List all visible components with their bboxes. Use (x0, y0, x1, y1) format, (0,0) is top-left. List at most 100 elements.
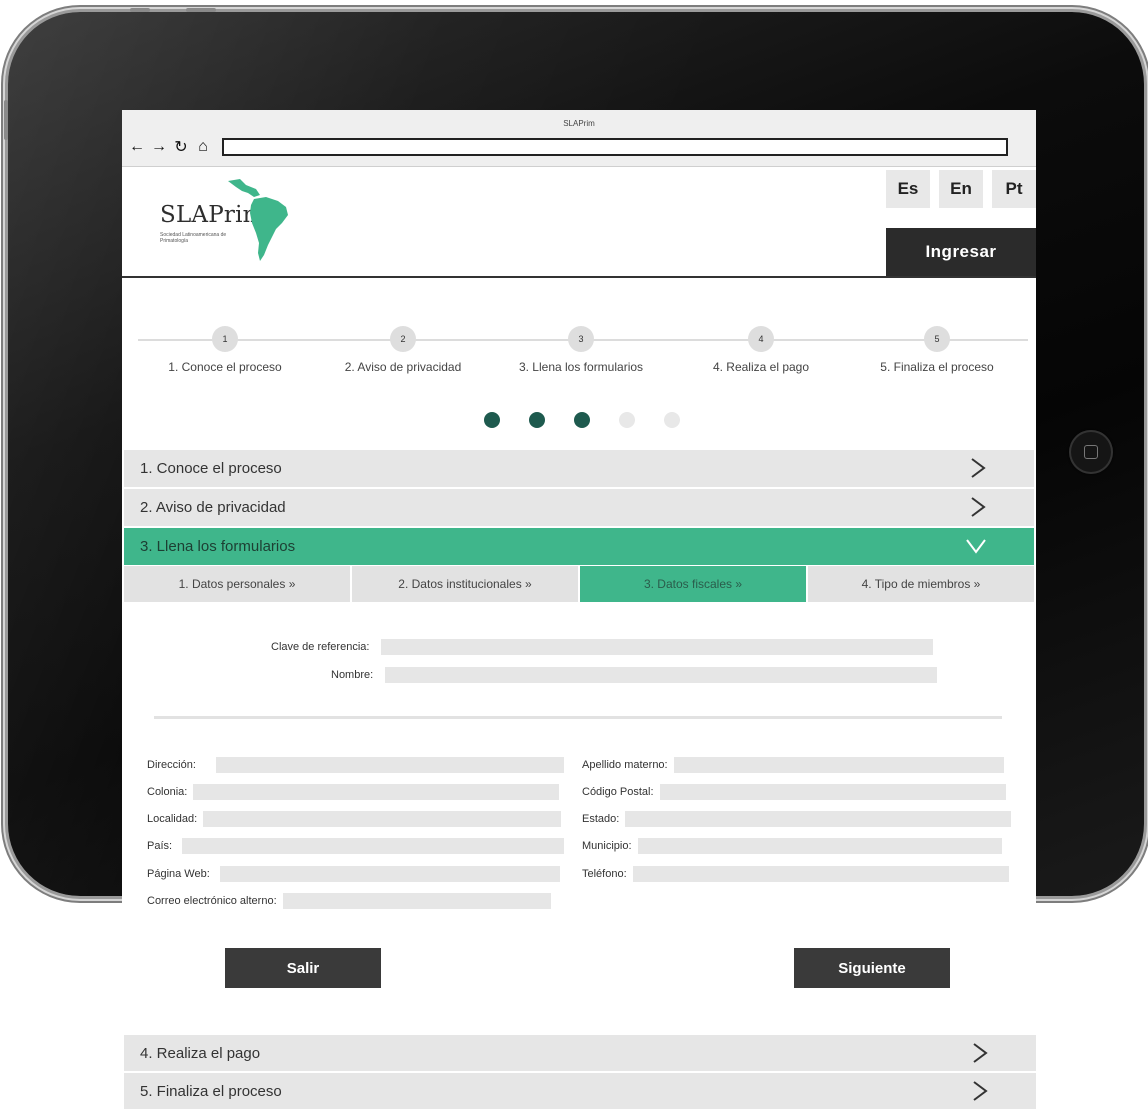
phone-label: Teléfono: (582, 868, 627, 880)
website-row: Página Web: (147, 866, 560, 882)
alt-email-label: Correo electrónico alterno: (147, 895, 277, 907)
colony-input[interactable] (193, 784, 560, 800)
form-divider (154, 716, 1002, 719)
step-number: 3 (568, 326, 594, 352)
step-label: 1. Conoce el proceso (168, 360, 282, 374)
colony-row: Colonia: (147, 784, 560, 800)
site-header: SLAPrim Sociedad Latinoamericana de Prim… (122, 167, 1036, 278)
subtab-datos-institucionales[interactable]: 2. Datos institucionales » (352, 566, 578, 602)
postal-code-label: Código Postal: (582, 786, 654, 798)
step-label: 5. Finaliza el proceso (880, 360, 994, 374)
form-subtabs: 1. Datos personales » 2. Datos instituci… (124, 566, 1034, 602)
progress-dot (529, 412, 545, 428)
forward-arrow-icon[interactable]: → (150, 138, 168, 156)
window-title: SLAPrim (563, 119, 595, 128)
subtab-datos-fiscales[interactable]: 3. Datos fiscales » (580, 566, 806, 602)
mother-surname-row: Apellido materno: (582, 757, 1004, 773)
municipality-input[interactable] (637, 838, 1002, 854)
reference-key-input[interactable] (381, 639, 934, 655)
address-bar[interactable] (222, 138, 1008, 156)
phone-row: Teléfono: (582, 866, 1009, 882)
accordion-label: 1. Conoce el proceso (140, 460, 282, 477)
locality-input[interactable] (203, 811, 562, 827)
top-hardware-button (186, 8, 216, 12)
chevron-right-icon (971, 497, 986, 517)
next-button[interactable]: Siguiente (794, 948, 950, 988)
home-square-icon (1084, 445, 1098, 459)
accordion-item-llena-los-formularios[interactable]: 3. Llena los formularios (124, 528, 1034, 565)
website-input[interactable] (219, 866, 560, 882)
language-en-button[interactable]: En (939, 170, 983, 208)
step-label: 4. Realiza el pago (712, 360, 810, 374)
step-label: 3. Llena los formularios (518, 360, 644, 374)
step-3[interactable]: 3 3. Llena los formularios (496, 320, 666, 374)
slaprim-logo[interactable]: SLAPrim Sociedad Latinoamericana de Prim… (158, 175, 318, 265)
browser-screen: SLAPrim ← → ↻ ⌂ SLAPrim Sociedad Latinoa… (122, 110, 1036, 1034)
state-label: Estado: (582, 813, 620, 825)
alt-email-row: Correo electrónico alterno: (147, 893, 551, 909)
locality-row: Localidad: (147, 811, 562, 827)
language-pt-button[interactable]: Pt (992, 170, 1036, 208)
municipality-label: Municipio: (582, 840, 632, 852)
accordion-item-finaliza-el-proceso[interactable]: 5. Finaliza el proceso (124, 1073, 1036, 1109)
postal-code-row: Código Postal: (582, 784, 1006, 800)
state-input[interactable] (625, 811, 1012, 827)
step-2[interactable]: 2 2. Aviso de privacidad (318, 320, 488, 374)
country-label: País: (147, 840, 173, 852)
login-button[interactable]: Ingresar (886, 228, 1036, 276)
subtab-datos-personales[interactable]: 1. Datos personales » (124, 566, 350, 602)
country-input[interactable] (182, 838, 565, 854)
step-1[interactable]: 1 1. Conoce el proceso (140, 320, 310, 374)
accordion-label: 2. Aviso de privacidad (140, 499, 286, 516)
exit-button[interactable]: Salir (225, 948, 381, 988)
locality-label: Localidad: (147, 813, 198, 825)
colony-label: Colonia: (147, 786, 188, 798)
mother-surname-label: Apellido materno: (582, 759, 668, 771)
address-input[interactable] (215, 757, 564, 773)
reload-icon[interactable]: ↻ (172, 137, 190, 157)
step-number: 4 (748, 326, 774, 352)
name-row: Nombre: (331, 667, 938, 683)
progress-dots (484, 412, 680, 428)
home-button[interactable] (1069, 430, 1113, 474)
step-label: 2. Aviso de privacidad (344, 360, 462, 374)
chevron-right-icon (973, 1043, 988, 1063)
phone-input[interactable] (632, 866, 1009, 882)
top-hardware-button (130, 8, 150, 12)
website-label: Página Web: (147, 868, 210, 880)
country-row: País: (147, 838, 565, 854)
postal-code-input[interactable] (659, 784, 1006, 800)
step-4[interactable]: 4 4. Realiza el pago (676, 320, 846, 374)
name-input[interactable] (385, 667, 938, 683)
accordion-label: 3. Llena los formularios (140, 538, 296, 555)
accordion-label: 4. Realiza el pago (140, 1044, 261, 1062)
accordion-item-conoce-el-proceso[interactable]: 1. Conoce el proceso (124, 450, 1034, 487)
latin-america-map-icon (228, 179, 288, 261)
accordion-item-realiza-el-pago[interactable]: 4. Realiza el pago (124, 1035, 1036, 1071)
reference-key-row: Clave de referencia: (271, 639, 934, 655)
chevron-right-icon (973, 1081, 988, 1101)
step-number: 5 (924, 326, 950, 352)
chevron-right-icon (971, 458, 986, 478)
home-icon[interactable]: ⌂ (194, 138, 212, 156)
progress-dot (574, 412, 590, 428)
state-row: Estado: (582, 811, 1012, 827)
mother-surname-input[interactable] (673, 757, 1004, 773)
address-label: Dirección: (147, 759, 196, 771)
step-5[interactable]: 5 5. Finaliza el proceso (852, 320, 1022, 374)
accordion-item-aviso-de-privacidad[interactable]: 2. Aviso de privacidad (124, 489, 1034, 526)
process-stepper: 1 1. Conoce el proceso 2 2. Aviso de pri… (122, 320, 1036, 390)
browser-nav: ← → ↻ ⌂ (128, 137, 212, 157)
language-es-button[interactable]: Es (886, 170, 930, 208)
alt-email-input[interactable] (282, 893, 551, 909)
address-row: Dirección: (147, 757, 564, 773)
progress-dot (664, 412, 680, 428)
name-label: Nombre: (331, 669, 374, 681)
step-number: 2 (390, 326, 416, 352)
side-hardware-button (4, 100, 8, 140)
subtab-tipo-de-miembros[interactable]: 4. Tipo de miembros » (808, 566, 1034, 602)
back-arrow-icon[interactable]: ← (128, 138, 146, 156)
browser-chrome: SLAPrim ← → ↻ ⌂ (122, 110, 1036, 167)
accordion-label: 5. Finaliza el proceso (140, 1082, 282, 1100)
municipality-row: Municipio: (582, 838, 1002, 854)
